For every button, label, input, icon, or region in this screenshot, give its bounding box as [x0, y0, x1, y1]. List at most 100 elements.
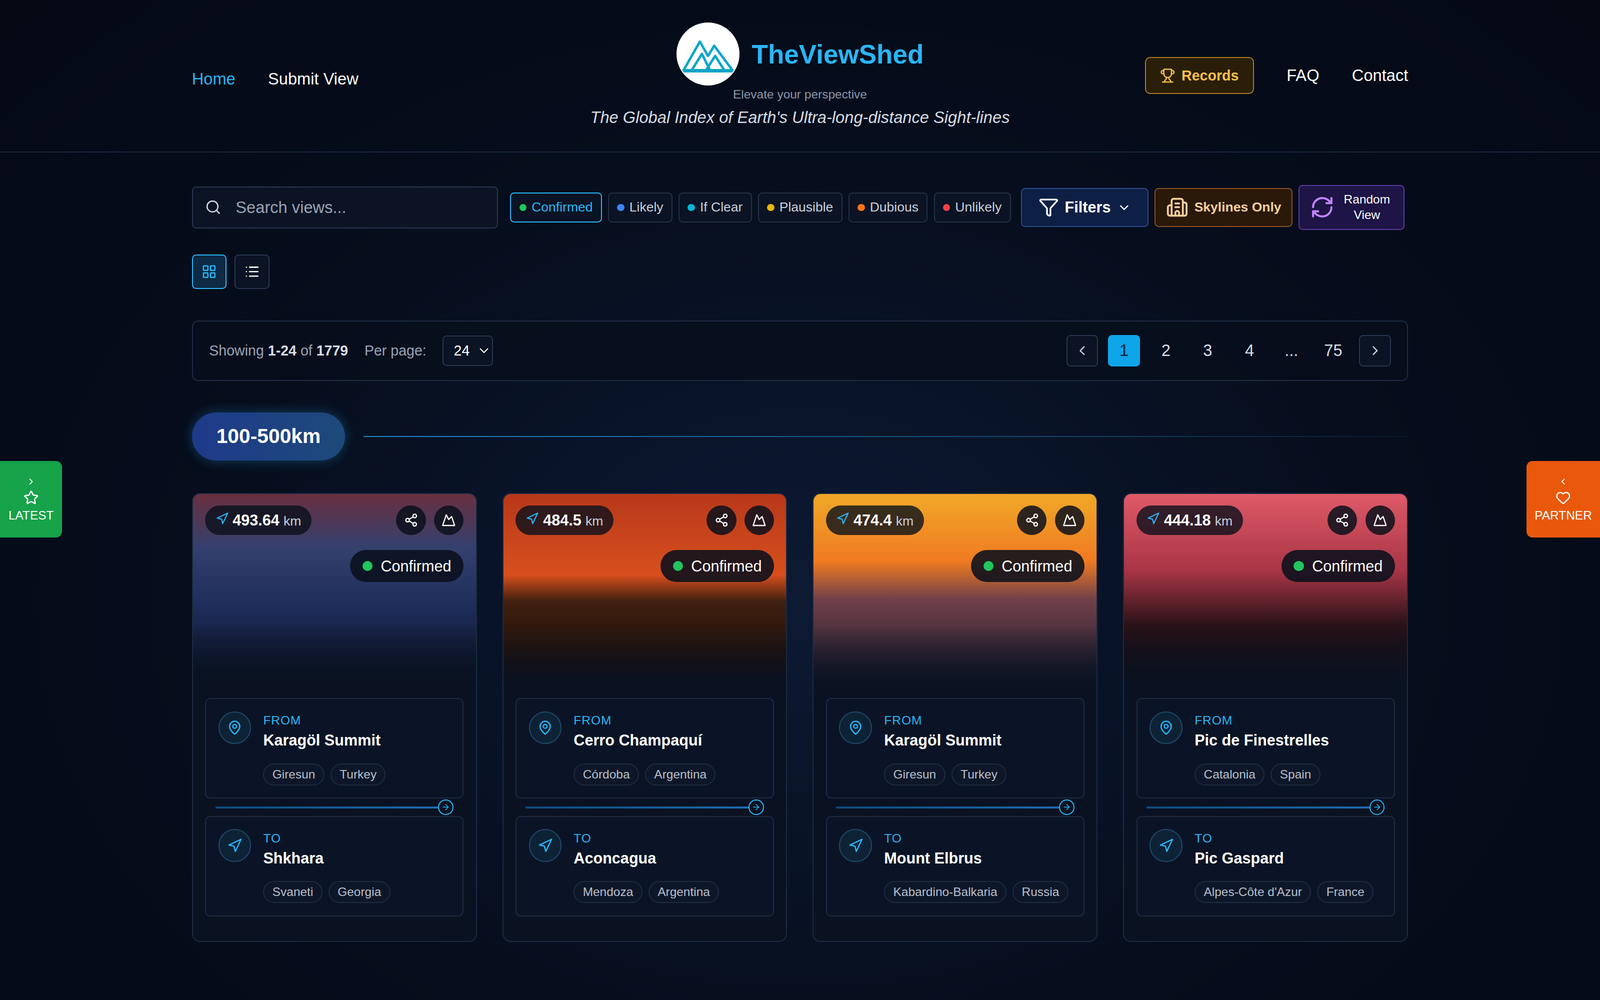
- pagination-bar: Showing 1-24 of 1779Per page:241234...75: [192, 320, 1409, 381]
- partner-tab[interactable]: PARTNER: [1526, 461, 1600, 538]
- page-button[interactable]: ...: [1275, 335, 1307, 367]
- status-dot: [673, 561, 683, 571]
- connector: [503, 798, 787, 816]
- place-label: FROM: [263, 713, 386, 728]
- page-button[interactable]: 1: [1108, 335, 1140, 367]
- page-button[interactable]: 75: [1317, 335, 1349, 367]
- navigation-icon: [218, 829, 251, 862]
- arrow-right-icon: [1369, 799, 1385, 815]
- share-icon: [714, 513, 729, 528]
- place-label: TO: [263, 831, 390, 846]
- grid-icon: [201, 264, 217, 280]
- place-label: TO: [884, 831, 1068, 846]
- place-name: Cerro Champaquí: [573, 731, 716, 749]
- place-tags: Giresun Turkey: [884, 763, 1007, 786]
- mountain-icon: [1373, 513, 1388, 528]
- tagline: The Global Index of Earth's Ultra-long-d…: [590, 108, 1010, 127]
- page-button[interactable]: 4: [1233, 335, 1265, 367]
- latest-tab[interactable]: LATEST: [0, 461, 62, 538]
- view-card[interactable]: 484.5kmConfirmedFROMCerro ChampaquíCórdo…: [502, 493, 788, 942]
- status-filter[interactable]: Dubious: [848, 192, 928, 222]
- place-tag: Georgia: [328, 881, 391, 903]
- logo[interactable]: [676, 22, 740, 86]
- list-view-button[interactable]: [234, 254, 269, 289]
- grid-view-button[interactable]: [192, 254, 227, 289]
- place-label: TO: [573, 831, 719, 846]
- prev-page-button[interactable]: [1066, 335, 1098, 367]
- mountain-logo-icon: [681, 33, 735, 75]
- share-button[interactable]: [706, 505, 736, 535]
- profile-button[interactable]: [1055, 505, 1085, 535]
- place-tag: Giresun: [884, 763, 945, 786]
- place-tag: Mendoza: [573, 881, 642, 903]
- share-button[interactable]: [1327, 505, 1357, 535]
- place-name: Pic Gaspard: [1194, 849, 1374, 867]
- view-photo: 493.64kmConfirmed: [193, 494, 476, 686]
- distance-badge: 474.4km: [826, 505, 924, 535]
- brand-subtitle: Elevate your perspective: [733, 87, 867, 102]
- place-tags: GiresunTurkey: [263, 763, 386, 786]
- place-tag: Catalonia: [1194, 763, 1265, 786]
- place-tag: Alpes-Côte d'Azur: [1194, 881, 1311, 903]
- navigation-icon: [839, 829, 872, 862]
- view-card[interactable]: 444.18kmConfirmedFROMPic de Finestrelles…: [1123, 493, 1408, 942]
- nav-link[interactable]: Contact: [1352, 66, 1409, 85]
- from-place: FROMCerro ChampaquíCórdobaArgentina: [515, 698, 774, 799]
- status-filter[interactable]: Confirmed: [510, 192, 602, 222]
- page-button[interactable]: 2: [1150, 335, 1182, 367]
- share-button[interactable]: [396, 505, 426, 535]
- status-filter[interactable]: Likely: [608, 192, 673, 222]
- status-filter[interactable]: Plausible: [758, 192, 843, 222]
- page-button[interactable]: 3: [1192, 335, 1224, 367]
- profile-button[interactable]: [1365, 505, 1395, 535]
- records-button[interactable]: Records: [1145, 57, 1254, 94]
- search-icon: [205, 199, 222, 216]
- place-tags: CataloniaSpain: [1194, 763, 1329, 786]
- chevron-right-icon: [26, 476, 36, 487]
- place-tag: Russia: [1012, 881, 1068, 903]
- filters-button[interactable]: Filters: [1021, 188, 1149, 227]
- main: ConfirmedLikelyIf ClearPlausibleDubiousU…: [0, 152, 1600, 942]
- share-button[interactable]: [1017, 505, 1047, 535]
- view-card[interactable]: 474.4kmConfirmedFROMKaragöl SummitGiresu…: [812, 493, 1098, 942]
- status-filter[interactable]: If Clear: [678, 192, 752, 222]
- share-icon: [404, 513, 419, 528]
- pages: 1234... 75: [1066, 335, 1391, 367]
- arrow-right-icon: [438, 799, 454, 815]
- place-name: Karagöl Summit: [884, 731, 1007, 749]
- place-tag: Córdoba: [573, 763, 639, 786]
- brand-title[interactable]: TheViewShed: [752, 39, 924, 70]
- section-header: 100-500km: [192, 412, 1409, 461]
- right-nav: Records FAQ Contact: [1009, 22, 1408, 94]
- trophy-icon: [1160, 68, 1176, 84]
- per-page-select[interactable]: 24: [442, 335, 493, 366]
- random-view-button[interactable]: Random View: [1298, 185, 1405, 230]
- status-filter[interactable]: Unlikely: [934, 192, 1011, 222]
- arrow-right-icon: [748, 799, 764, 815]
- status-badge: Confirmed: [660, 550, 774, 582]
- view-toggle: [192, 254, 1409, 289]
- heart-icon: [1555, 490, 1571, 506]
- connector: [193, 798, 476, 816]
- status-dot: [1293, 561, 1304, 571]
- toolbar: ConfirmedLikelyIf ClearPlausibleDubiousU…: [192, 185, 1409, 230]
- place-tag: Turkey: [951, 763, 1007, 786]
- navigation-icon: [1149, 829, 1182, 862]
- place-name: Aconcagua: [573, 849, 719, 867]
- next-page-button[interactable]: [1359, 335, 1391, 367]
- star-icon: [23, 490, 39, 506]
- section-label: 100-500km: [192, 412, 346, 461]
- search-input[interactable]: [233, 197, 485, 218]
- nav-link[interactable]: Home: [192, 69, 236, 89]
- view-card[interactable]: 493.64kmConfirmedFROMKaragöl SummitGires…: [192, 493, 477, 942]
- status-badge: Confirmed: [350, 550, 464, 582]
- navigation-icon: [836, 512, 850, 526]
- skylines-button[interactable]: Skylines Only: [1154, 188, 1293, 227]
- profile-button[interactable]: [434, 505, 464, 535]
- map-pin-icon: [218, 711, 251, 744]
- nav-link[interactable]: Submit View: [268, 69, 359, 89]
- profile-button[interactable]: [744, 505, 774, 535]
- nav-link[interactable]: FAQ: [1286, 66, 1319, 85]
- building-icon: [1166, 196, 1189, 219]
- place-label: FROM: [573, 713, 716, 728]
